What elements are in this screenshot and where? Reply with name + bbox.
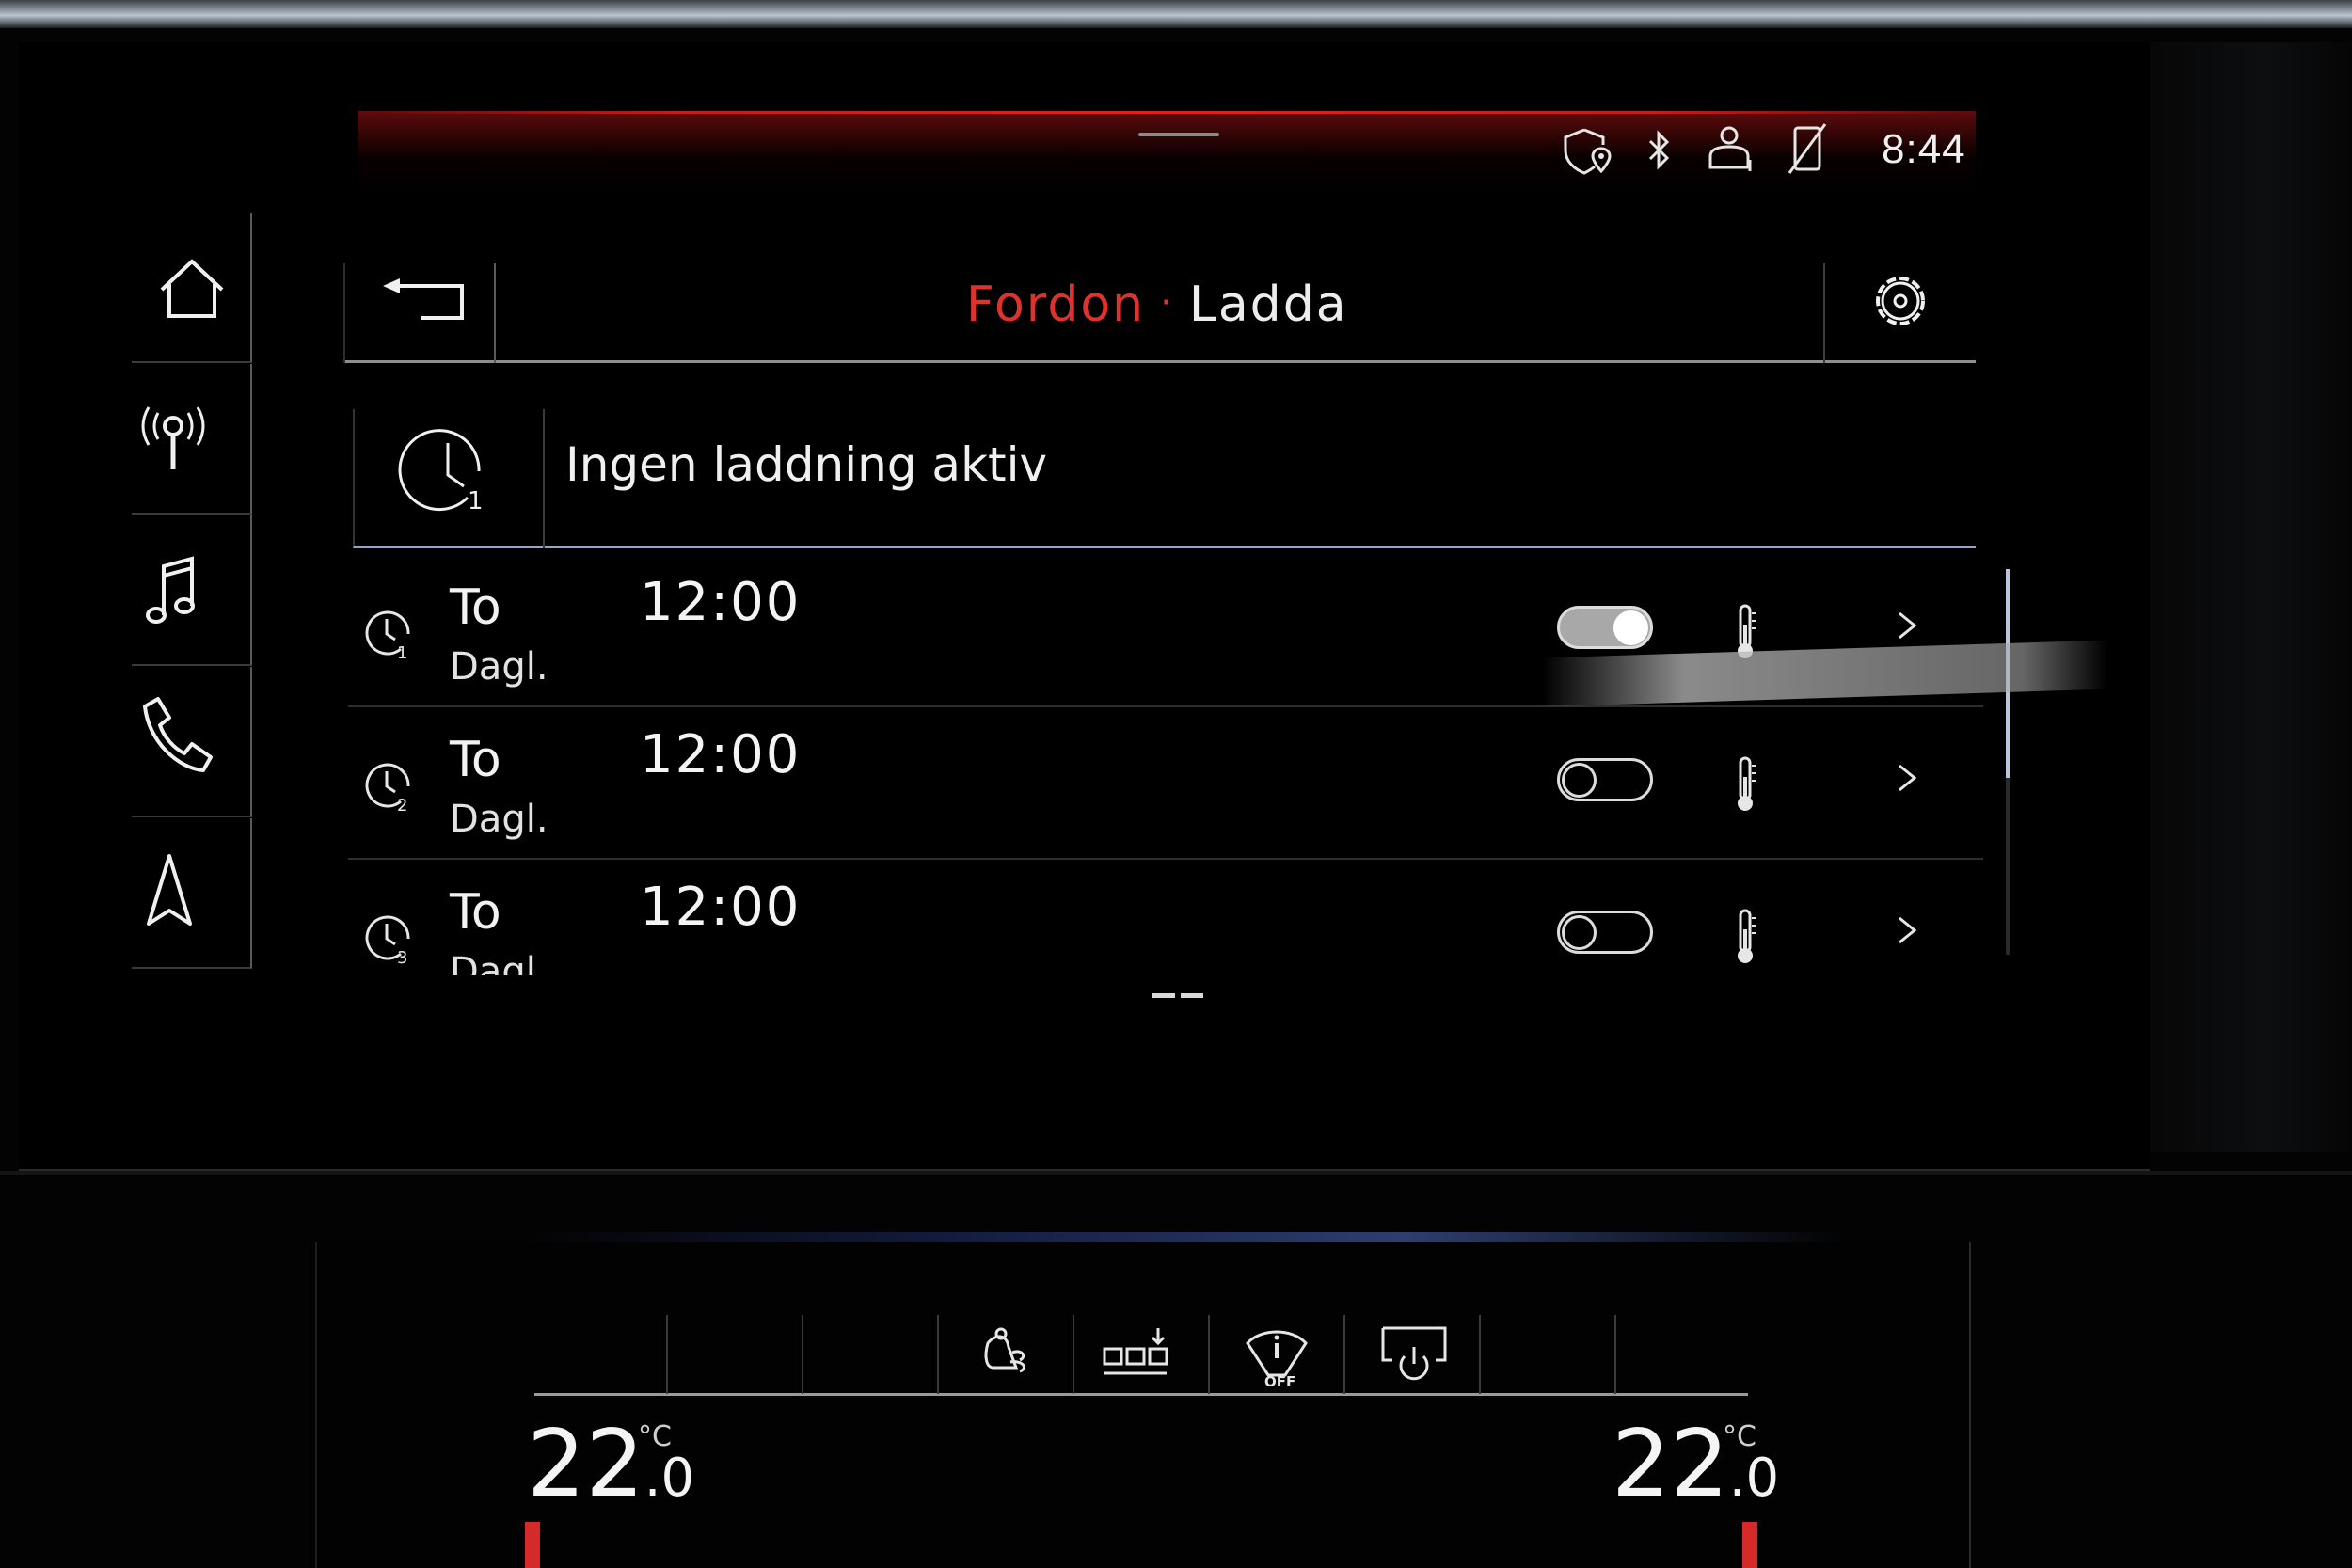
timer-badge: 3	[397, 948, 407, 967]
power-icon	[1381, 1326, 1447, 1381]
timer-day: To	[450, 884, 501, 941]
timer-toggle[interactable]	[1557, 758, 1653, 801]
back-arrow-icon	[383, 278, 464, 320]
left-temp-indicator	[525, 1522, 540, 1568]
right-temp-whole: 22	[1612, 1411, 1729, 1518]
charge-status-text: Ingen laddning aktiv	[565, 437, 1048, 492]
right-temp-unit: °C	[1723, 1420, 1756, 1453]
user-profile-icon	[1708, 126, 1752, 171]
toggle-knob	[1562, 915, 1597, 950]
music-note-icon	[146, 556, 195, 624]
timer-list-scroll-track	[2006, 778, 2010, 955]
radio-icon	[141, 406, 205, 469]
sidebar-item-navigation[interactable]	[132, 818, 252, 969]
charge-timer-list: 1 To Dagl. 12:00 2 To Dagl. 12:00 3 To D…	[348, 557, 1983, 975]
charge-timer-clock-icon: 1	[398, 429, 484, 515]
preclimate-thermometer-icon[interactable]	[1731, 907, 1759, 967]
seat-airflow-icon	[984, 1327, 1025, 1373]
timer-badge: 2	[397, 796, 407, 815]
status-clock: 8:44	[1882, 126, 1966, 172]
screen-separator	[0, 1171, 2352, 1175]
page-title: Fordon · Ladda	[966, 277, 1348, 333]
left-temperature[interactable]: 22.0 °C	[527, 1411, 694, 1518]
right-temp-decimal: .0	[1728, 1448, 1780, 1509]
seat-row-icon	[1103, 1328, 1168, 1375]
timer-toggle[interactable]	[1557, 911, 1653, 954]
page-header: Fordon · Ladda	[343, 263, 1976, 363]
mmi-lower-screen	[315, 1242, 1971, 1568]
location-shield-icon	[1564, 128, 1612, 175]
climate-slot-empty[interactable]	[1483, 1315, 1616, 1394]
timer-row-2[interactable]: 2 To Dagl. 12:00	[348, 709, 1983, 860]
seat-settings-button[interactable]	[1076, 1315, 1210, 1394]
chevron-right-icon[interactable]	[1894, 756, 1922, 800]
sidebar-item-home[interactable]	[132, 213, 252, 363]
left-temp-whole: 22	[527, 1411, 644, 1518]
chevron-right-icon[interactable]	[1894, 909, 1922, 952]
home-icon	[160, 259, 224, 318]
right-temperature[interactable]: 22.0 °C	[1612, 1411, 1779, 1518]
timer-time: 12:00	[640, 724, 802, 785]
timer-clock-icon: 2	[365, 763, 410, 815]
chevron-right-icon[interactable]	[1894, 604, 1922, 647]
right-trim	[2140, 42, 2352, 1152]
climate-slot-empty[interactable]	[670, 1315, 803, 1394]
timer-row-3[interactable]: 3 To Dagl. 12:00	[348, 862, 1983, 975]
timer-time: 12:00	[640, 877, 802, 938]
sidebar-item-phone[interactable]	[132, 667, 252, 817]
wiper-off-label: OFF	[1264, 1373, 1295, 1390]
timer-frequency: Dagl.	[450, 798, 548, 841]
bezel-top	[0, 0, 2352, 28]
bluetooth-icon	[1648, 130, 1670, 170]
timer-time: 12:00	[640, 572, 802, 633]
climate-power-button[interactable]	[1347, 1315, 1481, 1394]
left-temp-unit: °C	[638, 1420, 672, 1453]
timer-day: To	[450, 579, 501, 636]
navigation-arrow-icon	[147, 854, 192, 926]
gear-icon	[1876, 277, 1925, 325]
climate-slot-empty[interactable]	[534, 1315, 668, 1394]
charge-status-row[interactable]: 1 Ingen laddning aktiv	[353, 409, 1976, 548]
breadcrumb-separator: ·	[1160, 281, 1174, 325]
rear-wiper-off-button[interactable]: OFF	[1212, 1315, 1345, 1394]
sidebar-item-radio[interactable]	[132, 364, 252, 515]
back-button[interactable]	[343, 263, 496, 363]
timer-clock-icon: 3	[365, 915, 410, 967]
status-pull-handle[interactable]	[1138, 133, 1219, 136]
page-indicator	[1152, 984, 1209, 1002]
timer-toggle[interactable]	[1557, 606, 1653, 649]
timer-frequency: Dagl.	[450, 645, 548, 689]
timer-day: To	[450, 732, 501, 788]
seat-ventilation-button[interactable]	[941, 1315, 1074, 1394]
climate-slot-empty[interactable]	[805, 1315, 939, 1394]
timer-clock-icon: 1	[365, 610, 410, 662]
right-temp-indicator	[1742, 1522, 1757, 1568]
timer-frequency: Dagl.	[450, 950, 548, 975]
phone-no-signal-icon	[1788, 123, 1827, 174]
settings-button[interactable]	[1823, 263, 1976, 363]
timer-badge: 1	[397, 643, 407, 662]
left-temp-decimal: .0	[644, 1448, 695, 1509]
toggle-knob	[1613, 610, 1648, 645]
charge-timer-badge: 1	[468, 487, 484, 515]
charge-timer-icon-cell: 1	[355, 409, 545, 548]
breadcrumb-vehicle[interactable]: Fordon	[966, 277, 1145, 333]
breadcrumb-current: Ladda	[1188, 277, 1348, 333]
main-sidebar	[132, 213, 252, 970]
phone-icon	[143, 697, 213, 772]
preclimate-thermometer-icon[interactable]	[1731, 754, 1759, 815]
toggle-knob	[1562, 763, 1597, 798]
climate-button-row: OFF	[534, 1315, 1748, 1396]
sidebar-item-media[interactable]	[132, 515, 252, 666]
wiper-icon: OFF	[1246, 1330, 1308, 1390]
climate-slot-empty[interactable]	[1618, 1315, 1752, 1394]
